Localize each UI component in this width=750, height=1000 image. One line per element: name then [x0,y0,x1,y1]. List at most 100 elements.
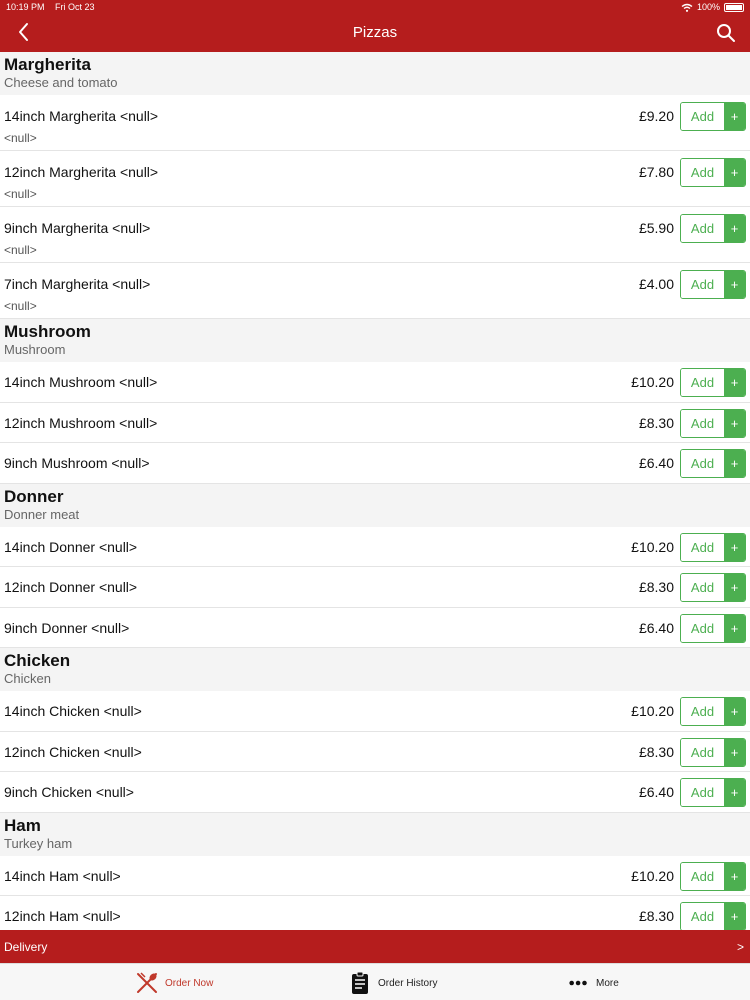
add-button-label: Add [681,215,724,242]
status-time: 10:19 PM [6,2,45,12]
add-button[interactable]: Add + [680,902,746,930]
item-price: £7.80 [638,164,674,180]
item-note: <null> [4,187,37,201]
fork-knife-icon [137,972,157,993]
item-name: 12inch Ham <null> [4,908,121,924]
menu-item: 14inch Mushroom <null> £10.20 Add + [0,362,750,403]
add-button[interactable]: Add + [680,214,746,243]
menu-item: 12inch Mushroom <null> £8.30 Add + [0,402,750,443]
item-name: 12inch Mushroom <null> [4,414,158,431]
add-button-label: Add [681,698,724,725]
item-price: £8.30 [638,579,674,595]
add-button[interactable]: Add + [680,408,746,438]
search-icon[interactable] [716,23,736,43]
more-dots-icon [569,980,587,986]
item-name: 14inch Margherita <null> [4,108,159,124]
add-button[interactable]: Add + [680,449,746,478]
item-name: 9inch Chicken <null> [4,784,134,800]
group-title: Mushroom [4,322,91,341]
item-name: 12inch Margherita <null> [4,164,159,180]
add-button-label: Add [681,450,724,477]
group-description: Chicken [4,671,51,686]
item-name: 14inch Ham <null> [4,867,121,884]
menu-item: 7inch Margherita <null> <null> £4.00 Add… [0,263,750,319]
group-header-margherita: Margherita Cheese and tomato [0,52,750,95]
add-button-label: Add [681,409,724,437]
item-price: £6.40 [638,619,674,636]
menu-item: 12inch Donner <null> £8.30 Add + [0,567,750,608]
add-button-label: Add [681,533,724,561]
item-name: 14inch Mushroom <null> [4,374,158,390]
menu-item: 14inch Chicken <null> £10.20 Add + [0,691,750,732]
item-price: £9.20 [638,108,674,124]
item-price: £8.30 [638,743,674,760]
tab-label: Order History [378,977,438,989]
group-header-chicken: Chicken Chicken [0,648,750,691]
add-button[interactable]: Add + [680,737,746,767]
group-header-ham: Ham Turkey ham [0,812,750,856]
plus-icon: + [724,271,745,298]
item-price: £8.30 [638,414,674,431]
plus-icon: + [724,103,745,130]
plus-icon: + [724,779,745,806]
plus-icon: + [724,409,745,437]
add-button-label: Add [681,614,724,642]
add-button[interactable]: Add + [680,573,746,602]
add-button-label: Add [681,862,724,890]
add-button[interactable]: Add + [680,368,746,397]
menu-item: 14inch Margherita <null> <null> £9.20 Ad… [0,95,750,151]
add-button-label: Add [681,574,724,601]
item-name: 7inch Margherita <null> [4,276,151,292]
menu-item: 9inch Chicken <null> £6.40 Add + [0,772,750,813]
add-button[interactable]: Add + [680,778,746,807]
add-button[interactable]: Add + [680,613,746,643]
group-title: Ham [4,815,41,835]
tab-bar: Order Now Order History More [0,963,750,1000]
add-button-label: Add [681,103,724,130]
menu-item: 12inch Ham <null> £8.30 Add + [0,896,750,930]
add-button[interactable]: Add + [680,158,746,187]
item-price: £10.20 [631,374,674,390]
item-note: <null> [4,131,37,145]
tab-label: Order Now [165,977,214,989]
menu-list[interactable]: Margherita Cheese and tomato 14inch Marg… [0,52,750,930]
menu-item: 12inch Chicken <null> £8.30 Add + [0,731,750,772]
item-name: 14inch Chicken <null> [4,703,142,719]
delivery-bar[interactable]: Delivery > [0,930,750,963]
group-description: Donner meat [4,506,80,522]
delivery-label: Delivery [4,940,48,954]
menu-item: 9inch Donner <null> £6.40 Add + [0,607,750,648]
plus-icon: + [724,450,745,477]
item-price: £10.20 [631,867,674,884]
add-button[interactable]: Add + [680,270,746,299]
group-title: Margherita [4,55,91,74]
top-bar: 10:19 PM Fri Oct 23 100% Pizzas [0,0,750,52]
plus-icon: + [724,698,745,725]
add-button[interactable]: Add + [680,861,746,891]
plus-icon: + [724,862,745,890]
group-title: Chicken [4,651,71,670]
plus-icon: + [724,614,745,642]
menu-item: 9inch Mushroom <null> £6.40 Add + [0,443,750,484]
item-name: 9inch Donner <null> [4,619,130,636]
item-name: 9inch Mushroom <null> [4,455,150,471]
tab-order-now[interactable]: Order Now [135,970,213,996]
item-note: <null> [4,243,37,257]
add-button[interactable]: Add + [680,532,746,562]
item-price: £6.40 [638,455,674,471]
tab-order-history[interactable]: Order History [348,970,437,996]
plus-icon: + [724,574,745,601]
item-note: <null> [4,299,37,313]
battery-icon [724,2,744,12]
add-button[interactable]: Add + [680,697,746,726]
item-name: 12inch Chicken <null> [4,743,142,760]
tab-more[interactable]: More [568,970,619,996]
item-price: £5.90 [638,220,674,236]
add-button-label: Add [681,779,724,806]
plus-icon: + [724,159,745,186]
menu-item: 14inch Ham <null> £10.20 Add + [0,855,750,896]
group-description: Cheese and tomato [4,75,118,90]
item-name: 14inch Donner <null> [4,538,138,555]
add-button[interactable]: Add + [680,102,746,131]
status-bar-right: 100% [681,2,744,12]
